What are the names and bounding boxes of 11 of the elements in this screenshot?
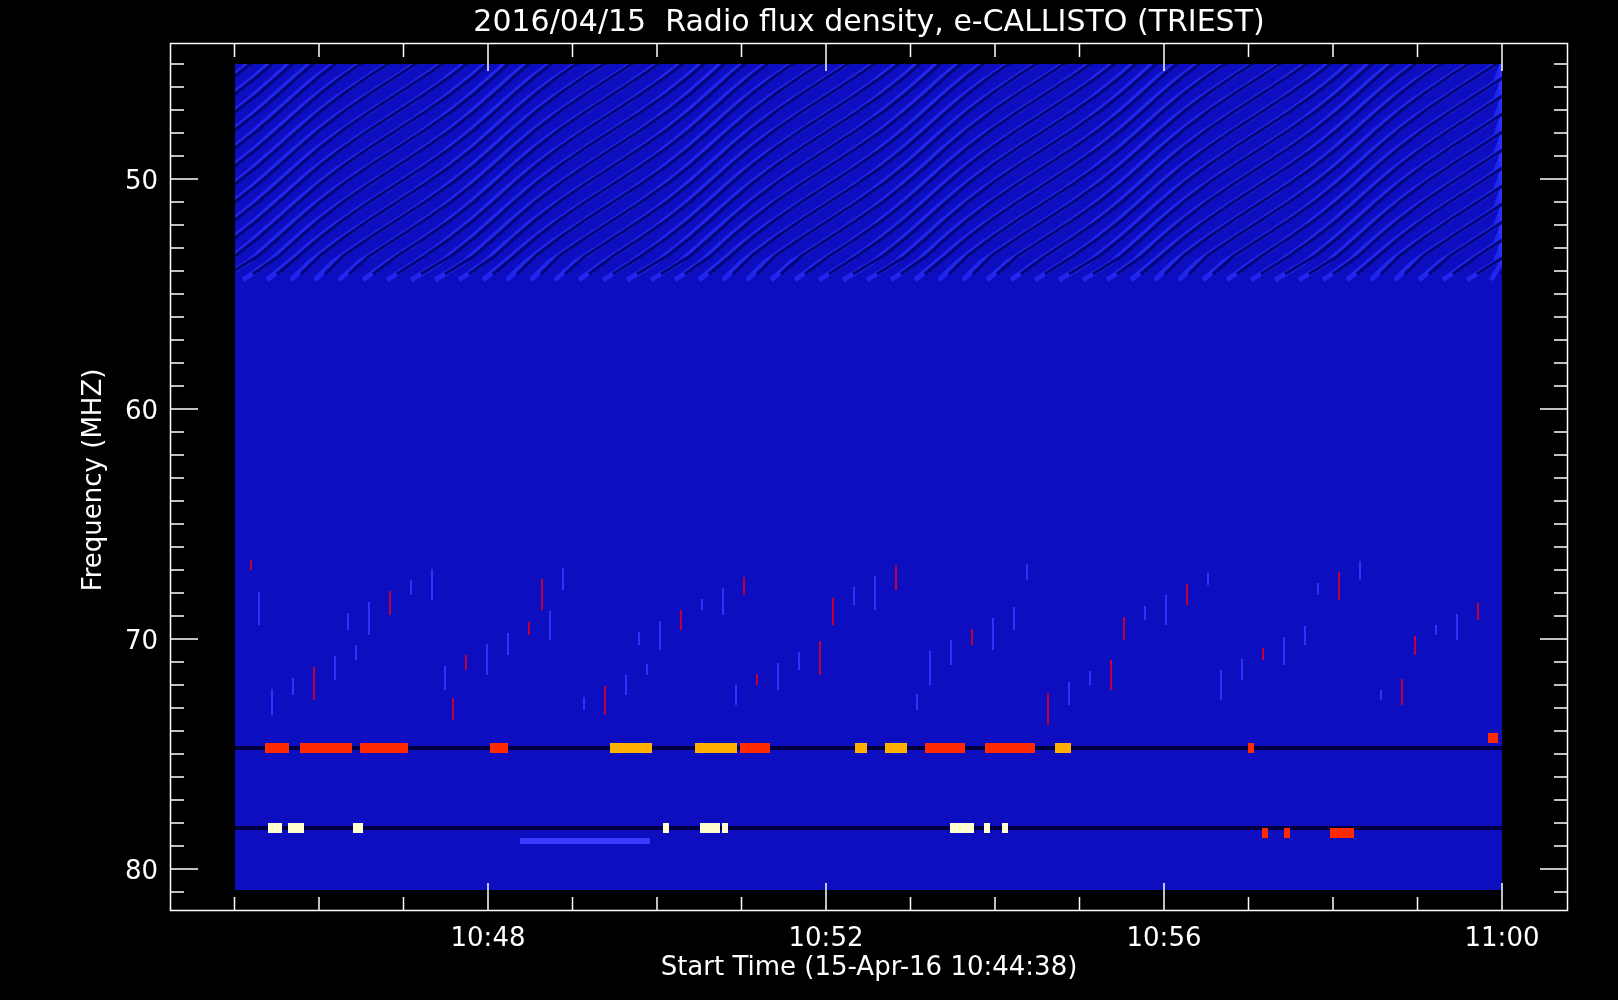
x-tick-label: 10:48 [450,922,526,952]
x-tick-label: 10:52 [788,922,864,952]
y-tick-label: 80 [124,855,158,885]
y-tick-label: 60 [124,395,158,425]
chart-title: 2016/04/15 Radio flux density, e-CALLISTO (TRIEST) [473,3,1265,38]
y-tick-label: 70 [124,625,158,655]
x-axis-title: Start Time (15-Apr-16 10:44:38) [660,951,1078,981]
y-tick-label: 50 [124,165,158,195]
y-axis-title: Frequency (MHZ) [77,368,107,592]
x-tick-label: 10:56 [1126,922,1202,952]
x-tick-label: 11:00 [1464,922,1540,952]
